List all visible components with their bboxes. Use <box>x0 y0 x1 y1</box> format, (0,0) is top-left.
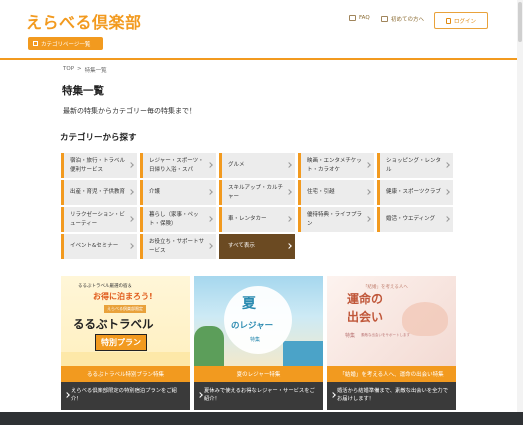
banner-decoration <box>194 326 224 366</box>
category-pages-label: カテゴリページ一覧 <box>41 41 91 48</box>
category-pages-button[interactable]: カテゴリページ一覧 <box>28 37 103 50</box>
category-gourmet[interactable]: グルメ <box>219 153 295 178</box>
feature-description[interactable]: 婚活から結婚準備まで、素敵な出会いを全力でお届けします！ <box>327 382 456 410</box>
banner-headline: 出会い <box>347 310 384 324</box>
category-relaxation[interactable]: リラクゼーション・ビューティー <box>61 207 137 232</box>
banner-text: るるぶトラベル厳選の宿＆ <box>78 284 132 289</box>
first-time-label: 初めての方へ <box>391 17 425 23</box>
category-childcare[interactable]: 出産・育児・子供教育 <box>61 180 137 205</box>
category-section-title: カテゴリーから探す <box>60 133 137 143</box>
scrollbar[interactable] <box>517 0 523 412</box>
category-wedding[interactable]: 婚活・ウエディング <box>377 207 453 232</box>
banner-headline: 夏 <box>242 296 256 312</box>
feature-card[interactable]: 夏 のレジャー 特集 夏のレジャー特集 夏休みで使えるお得なレジャー・サービスを… <box>194 276 323 410</box>
banner-brand: るるぶトラベル <box>73 317 154 331</box>
category-leisure[interactable]: レジャー・スポーツ・日帰り入浴・スパ <box>140 153 216 178</box>
breadcrumb: TOP > 特集一覧 <box>63 66 107 74</box>
category-housing[interactable]: 住宅・引越 <box>298 180 374 205</box>
page: えらべる倶楽部 カテゴリページ一覧 FAQ 初めての方へ ログイン TOP > … <box>0 0 517 412</box>
breadcrumb-home[interactable]: TOP <box>63 66 74 74</box>
category-living[interactable]: 暮らし（家事・ペット・保険） <box>140 207 216 232</box>
category-travel[interactable]: 宿泊・旅行・トラベル便利サービス <box>61 153 137 178</box>
banner-note: 素敵な出会いをサポートします <box>361 333 410 337</box>
category-skillup[interactable]: スキルアップ・カルチャー <box>219 180 295 205</box>
page-title: 特集一覧 <box>62 85 104 97</box>
banner-tag: 特集 <box>250 337 261 343</box>
show-all-button[interactable]: すべて表示 <box>219 234 295 259</box>
banner-plan: 特別プラン <box>95 334 147 351</box>
breadcrumb-separator: > <box>77 66 82 72</box>
list-icon <box>33 41 38 46</box>
site-logo[interactable]: えらべる倶楽部 <box>26 9 142 33</box>
first-time-link[interactable]: 初めての方へ <box>381 15 424 23</box>
banner-decoration <box>402 302 448 336</box>
feature-title[interactable]: るるぶトラベル特別プラン特集 <box>61 366 190 382</box>
feature-title[interactable]: 夏のレジャー特集 <box>194 366 323 382</box>
category-shopping[interactable]: ショッピング・レンタル <box>377 153 453 178</box>
category-grid: 宿泊・旅行・トラベル便利サービス レジャー・スポーツ・日帰り入浴・スパ グルメ … <box>61 153 457 259</box>
banner-decoration <box>61 352 190 366</box>
site-header: えらべる倶楽部 カテゴリページ一覧 FAQ 初めての方へ ログイン <box>0 0 517 60</box>
category-nursing[interactable]: 介護 <box>140 180 216 205</box>
feature-description[interactable]: えらべる倶楽部限定の特別宿泊プランをご紹介！ <box>61 382 190 410</box>
feature-card[interactable]: るるぶトラベル厳選の宿＆ お得に泊まろう! えらべる倶楽部限定 るるぶトラベル … <box>61 276 190 410</box>
feature-description[interactable]: 夏休みで使えるお得なレジャー・サービスをご紹介！ <box>194 382 323 410</box>
login-button[interactable]: ログイン <box>434 12 488 29</box>
banner-badge: えらべる倶楽部限定 <box>104 305 146 313</box>
breadcrumb-current: 特集一覧 <box>84 68 107 74</box>
page-lead: 最新の特集からカテゴリー毎の特集まで！ <box>63 107 196 115</box>
faq-label: FAQ <box>359 15 370 21</box>
category-benefits[interactable]: 優待特典・ライフプラン <box>298 207 374 232</box>
banner-headline: お得に泊まろう! <box>93 292 153 301</box>
login-label: ログイン <box>453 18 476 25</box>
feature-banner-rurubu[interactable]: るるぶトラベル厳選の宿＆ お得に泊まろう! えらべる倶楽部限定 るるぶトラベル … <box>61 276 190 366</box>
header-divider <box>0 58 517 60</box>
feature-title[interactable]: 「結婚」を考える人へ、運命の出会い特集 <box>327 366 456 382</box>
feature-card[interactable]: 「結婚」を考える人へ 運命の 出会い 特集 素敵な出会いをサポートします 「結婚… <box>327 276 456 410</box>
footer-bar <box>0 412 523 425</box>
banner-tag: 特集 <box>345 333 356 339</box>
category-car[interactable]: 車・レンタカー <box>219 207 295 232</box>
book-icon <box>381 16 388 22</box>
feature-list: るるぶトラベル厳選の宿＆ お得に泊まろう! えらべる倶楽部限定 るるぶトラベル … <box>61 276 456 410</box>
feature-banner-marriage[interactable]: 「結婚」を考える人へ 運命の 出会い 特集 素敵な出会いをサポートします <box>327 276 456 366</box>
category-health[interactable]: 健康・スポーツクラブ <box>377 180 453 205</box>
scrollbar-thumb[interactable] <box>518 2 522 42</box>
category-support[interactable]: お役立ち・サポートサービス <box>140 234 216 259</box>
lock-icon <box>445 17 451 24</box>
banner-decoration <box>283 341 323 366</box>
faq-link[interactable]: FAQ <box>349 15 370 21</box>
category-entertainment[interactable]: 映画・エンタメチケット・カラオケ <box>298 153 374 178</box>
category-events[interactable]: イベント&セミナー <box>61 234 137 259</box>
feature-banner-summer[interactable]: 夏 のレジャー 特集 <box>194 276 323 366</box>
banner-subheadline: のレジャー <box>231 321 274 331</box>
chat-icon <box>349 15 356 21</box>
banner-headline: 運命の <box>347 292 384 306</box>
